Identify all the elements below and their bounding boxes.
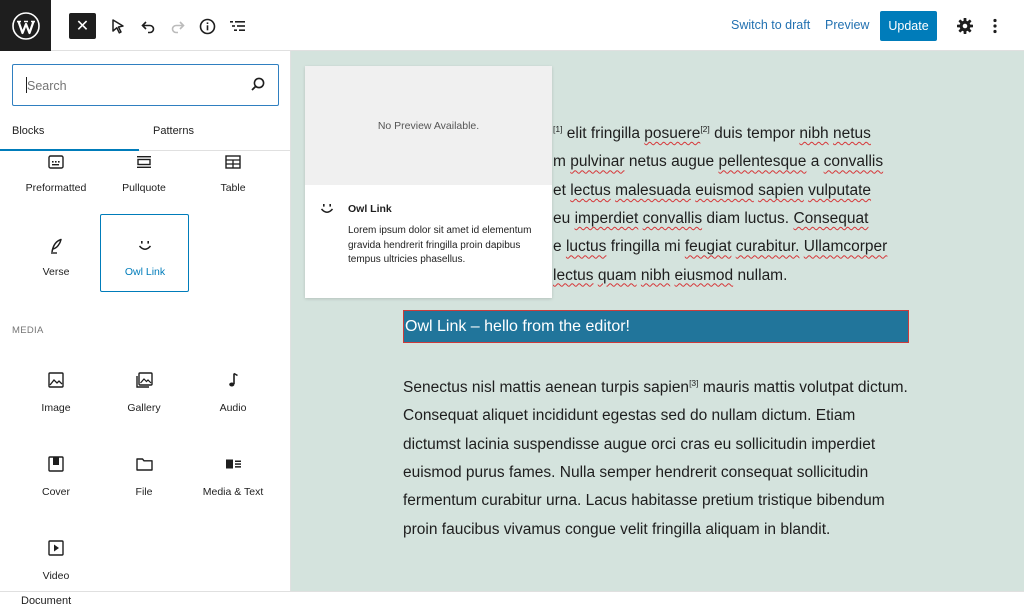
- preview-description: Lorem ipsum dolor sit amet id elementum …: [348, 225, 532, 265]
- block-label: Owl Link: [124, 266, 166, 278]
- search-input[interactable]: [25, 74, 249, 98]
- search-field[interactable]: [12, 64, 279, 106]
- block-label: Verse: [42, 266, 70, 278]
- breadcrumb-document[interactable]: Document: [21, 595, 71, 607]
- text-caret: [26, 77, 27, 93]
- text-run: mauris mattis volutpat dictum. Consequat…: [403, 379, 908, 538]
- editor-footer-breadcrumb: Document: [0, 591, 1024, 611]
- video-icon: [12, 537, 100, 559]
- preformatted-icon: [12, 151, 100, 173]
- block-inserter-panel: Blocks Patterns Preformatted Pullquote T…: [0, 51, 291, 591]
- footnote-ref[interactable]: [2]: [700, 124, 709, 134]
- wordpress-logo-icon[interactable]: [0, 0, 51, 51]
- block-label: Media & Text: [202, 486, 264, 498]
- owl-link-icon: [319, 202, 335, 220]
- block-item-audio[interactable]: Audio: [189, 351, 277, 429]
- block-item-table[interactable]: Table: [189, 131, 277, 209]
- block-item-gallery[interactable]: Gallery: [100, 351, 188, 429]
- options-more-vertical-icon[interactable]: [981, 12, 1009, 40]
- cover-icon: [12, 453, 100, 475]
- preview-placeholder: No Preview Available.: [305, 66, 552, 185]
- settings-gear-icon[interactable]: [951, 12, 979, 40]
- undo-icon[interactable]: [134, 12, 162, 40]
- block-label: Video: [42, 570, 70, 582]
- block-item-video[interactable]: Video: [12, 519, 100, 591]
- spelling-word: netus: [833, 125, 871, 143]
- footnote-ref[interactable]: [3]: [689, 378, 698, 388]
- block-preview-popover: No Preview Available. Owl Link Lorem ips…: [305, 66, 552, 298]
- preview-title: Owl Link: [348, 203, 392, 215]
- block-label: Audio: [219, 402, 247, 414]
- switch-to-draft-button[interactable]: Switch to draft: [731, 18, 810, 32]
- table-icon: [189, 151, 277, 173]
- block-item-media-text[interactable]: Media & Text: [189, 435, 277, 513]
- spelling-word: nibh: [799, 125, 829, 143]
- pullquote-icon: [100, 151, 188, 173]
- gallery-icon: [100, 369, 188, 391]
- verse-icon: [12, 235, 100, 257]
- block-item-owl-link[interactable]: Owl Link: [100, 214, 189, 292]
- audio-icon: [189, 369, 277, 391]
- search-icon: [250, 76, 266, 97]
- block-item-preformatted[interactable]: Preformatted: [12, 131, 100, 209]
- block-item-pullquote[interactable]: Pullquote: [100, 131, 188, 209]
- text-run: elit fringilla: [562, 125, 645, 143]
- list-view-icon[interactable]: [223, 12, 251, 40]
- media-text-icon: [189, 453, 277, 475]
- close-inserter-button[interactable]: ✕: [69, 13, 96, 39]
- block-item-cover[interactable]: Cover: [12, 435, 100, 513]
- block-label: Cover: [41, 486, 70, 498]
- top-toolbar: ✕ Switch to draft Preview Update: [0, 0, 1024, 51]
- owl-link-block[interactable]: Owl Link – hello from the editor!: [403, 310, 909, 343]
- details-info-icon[interactable]: [193, 12, 221, 40]
- text-run: duis tempor: [709, 125, 800, 143]
- block-label: Image: [41, 402, 71, 414]
- block-item-file[interactable]: File: [100, 435, 188, 513]
- block-item-image[interactable]: Image: [12, 351, 100, 429]
- block-label: File: [135, 486, 153, 498]
- block-label: Table: [220, 182, 246, 194]
- owl-link-icon: [101, 235, 189, 257]
- select-tool-icon[interactable]: [104, 12, 132, 40]
- block-label: Gallery: [127, 402, 161, 414]
- text-run: Senectus nisl mattis aenean turpis sapie…: [403, 379, 690, 397]
- update-button[interactable]: Update: [880, 11, 937, 41]
- image-icon: [12, 369, 100, 391]
- block-label: Pullquote: [122, 182, 166, 194]
- redo-icon[interactable]: [164, 12, 192, 40]
- spelling-word: posuere: [644, 125, 701, 143]
- block-label: Preformatted: [25, 182, 87, 194]
- block-item-verse[interactable]: Verse: [12, 215, 100, 293]
- folder-file-icon: [100, 453, 188, 475]
- paragraph-block-2[interactable]: Senectus nisl mattis aenean turpis sapie…: [403, 369, 908, 544]
- media-section-heading: MEDIA: [12, 325, 44, 336]
- preview-button[interactable]: Preview: [825, 18, 869, 32]
